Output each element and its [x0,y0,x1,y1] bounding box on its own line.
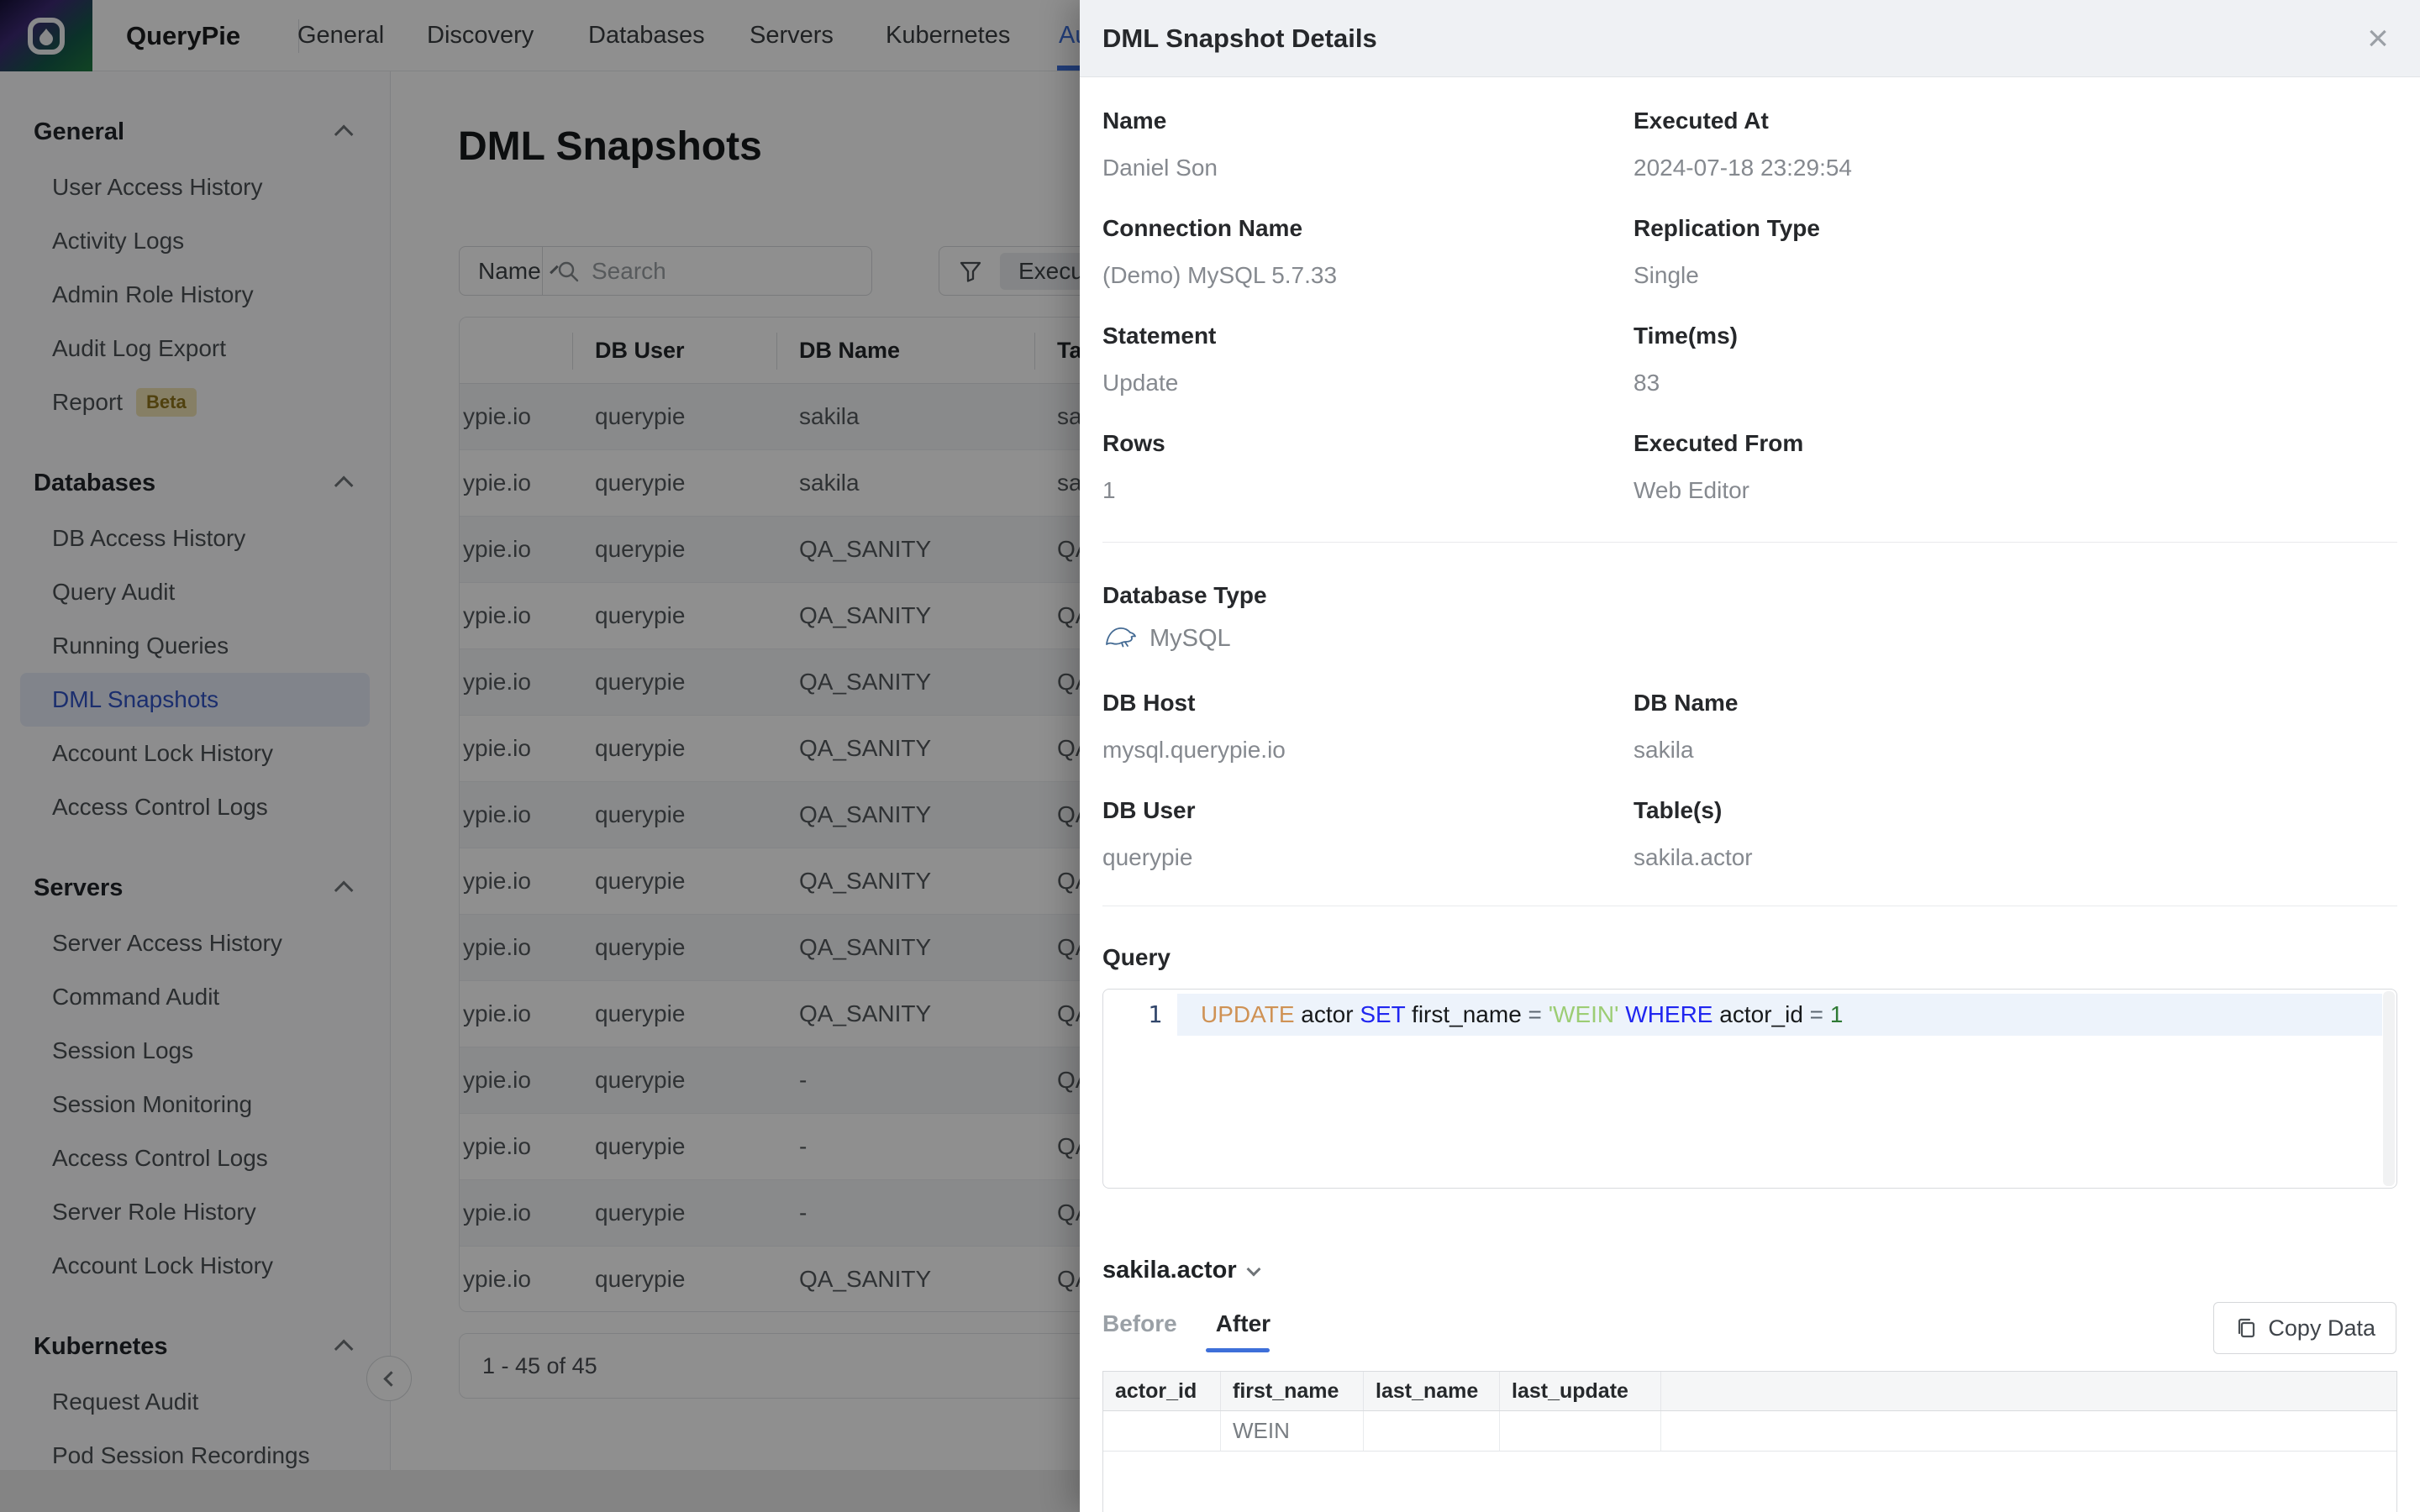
field-value: 2024-07-18 23:29:54 [1634,155,1852,181]
copy-icon [2234,1316,2258,1340]
sql-token: 1 [1830,1001,1844,1027]
field-label: Time(ms) [1634,323,1738,349]
editor-scrollbar[interactable] [2383,991,2395,1186]
sql-token: WHERE [1625,1001,1712,1027]
app-screen: QueryPie GeneralDiscoveryDatabasesServer… [0,0,2420,1512]
before-after-tabs: Before After [1102,1310,1270,1349]
sql-token [1823,1001,1830,1027]
close-icon[interactable]: × [2354,15,2402,62]
result-column-header: last_update [1500,1372,1661,1410]
field-label: Statement [1102,323,1216,349]
field-label: Table(s) [1634,797,1722,824]
sql-token: = [1528,1001,1542,1027]
field-value: Update [1102,370,1178,396]
field-label: DB Name [1634,690,1738,717]
sql-token: SET [1360,1001,1405,1027]
sql-code-editor[interactable]: 1 UPDATE actor SET first_name = 'WEIN' W… [1102,989,2397,1189]
sql-token: first_name [1405,1001,1528,1027]
field-value: mysql.querypie.io [1102,737,1286,764]
field-label: Connection Name [1102,215,1302,242]
tab-before[interactable]: Before [1102,1310,1177,1349]
field-value: Web Editor [1634,477,1749,504]
result-cell [1500,1411,1661,1451]
copy-data-label: Copy Data [2268,1315,2375,1341]
field-label: DB User [1102,797,1195,824]
field-label: Replication Type [1634,215,1820,242]
sql-code-line: UPDATE actor SET first_name = 'WEIN' WHE… [1201,1000,1843,1028]
result-table-header: actor_idfirst_namelast_namelast_update [1103,1372,2396,1411]
mysql-dolphin-icon [1104,622,1138,655]
result-cell [1103,1411,1221,1451]
result-table-name-text: sakila.actor [1102,1257,1237,1284]
panel-title: DML Snapshot Details [1102,24,1377,54]
tab-after[interactable]: After [1216,1310,1270,1349]
database-type-value: MySQL [1104,622,1231,655]
field-label: Executed From [1634,430,1803,457]
dml-snapshot-details-panel: DML Snapshot Details × Name Daniel Son Exe… [1080,0,2420,1512]
database-type-label: Database Type [1102,582,1267,609]
copy-data-button[interactable]: Copy Data [2213,1302,2396,1354]
result-row: WEIN [1103,1411,2396,1452]
chevron-down-icon [1246,1262,1260,1276]
field-value: sakila.actor [1634,844,1753,871]
field-value: (Demo) MySQL 5.7.33 [1102,262,1337,289]
sql-token: UPDATE [1201,1001,1295,1027]
sql-token: actor [1295,1001,1360,1027]
sql-token: 'WEIN' [1549,1001,1619,1027]
divider [1102,542,2397,543]
line-number: 1 [1103,1000,1162,1028]
query-label: Query [1102,944,1171,971]
sql-token [1542,1001,1549,1027]
database-type-text: MySQL [1150,625,1231,653]
field-value: 83 [1634,370,1660,396]
field-value: sakila [1634,737,1694,764]
field-value: Single [1634,262,1699,289]
field-value: querypie [1102,844,1192,871]
result-cell: WEIN [1221,1411,1364,1451]
sql-token: actor_id [1713,1001,1810,1027]
field-value: Daniel Son [1102,155,1218,181]
result-table-body: WEIN [1103,1411,2396,1452]
field-label: Executed At [1634,108,1769,134]
active-tab-underline [1206,1348,1270,1352]
result-column-header: first_name [1221,1372,1364,1410]
result-table: actor_idfirst_namelast_namelast_update W… [1102,1371,2397,1512]
field-value: 1 [1102,477,1116,504]
field-label: Rows [1102,430,1165,457]
result-column-header: last_name [1364,1372,1500,1410]
result-cell [1364,1411,1500,1451]
field-label: DB Host [1102,690,1195,717]
result-column-header: actor_id [1103,1372,1221,1410]
result-cell [1661,1411,2396,1451]
modal-dim-overlay[interactable] [0,0,1080,1512]
field-label: Name [1102,108,1166,134]
result-table-name[interactable]: sakila.actor [1102,1257,1259,1284]
result-column-header [1661,1372,2396,1410]
sql-token: = [1810,1001,1823,1027]
panel-header: DML Snapshot Details × [1080,0,2420,77]
